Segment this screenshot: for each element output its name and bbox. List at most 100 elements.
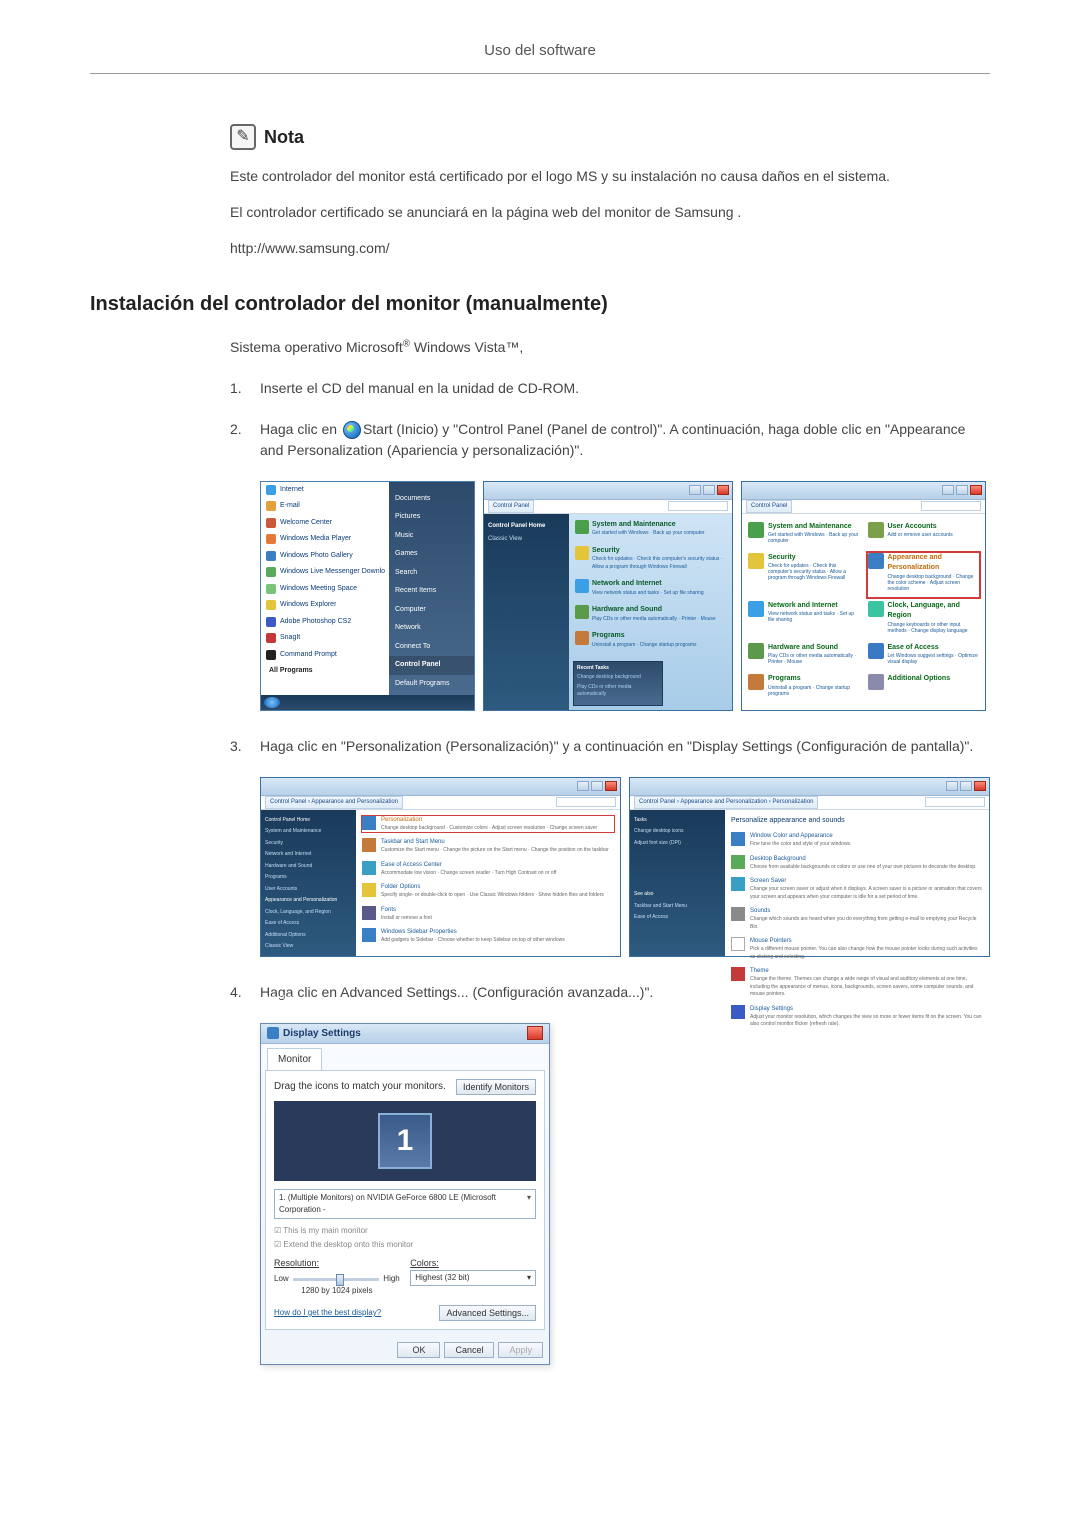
sm-item[interactable]: Windows Explorer <box>280 600 336 611</box>
sidebar-item[interactable]: System and Maintenance <box>265 826 352 838</box>
slider-thumb[interactable] <box>336 1274 344 1286</box>
main-monitor-checkbox[interactable]: ☑ This is my main monitor <box>274 1225 536 1237</box>
sm-item[interactable]: Windows Photo Gallery <box>280 551 353 562</box>
monitor-select[interactable]: 1. (Multiple Monitors) on NVIDIA GeForce… <box>274 1189 536 1219</box>
sm-item[interactable]: Windows Media Player <box>280 534 351 545</box>
breadcrumb[interactable]: Control Panel <box>488 500 534 513</box>
item-link[interactable]: Fonts <box>381 906 614 915</box>
breadcrumb[interactable]: Control Panel <box>746 500 792 513</box>
category-sub[interactable]: Uninstall a program · Change startup pro… <box>592 642 726 650</box>
sidebar-item[interactable]: Classic View <box>488 533 565 546</box>
monitor-1-icon[interactable]: 1 <box>378 1113 432 1169</box>
category-sub[interactable]: Get started with Windows · Back up your … <box>592 530 726 538</box>
sm-item[interactable]: E-mail <box>280 501 300 512</box>
category-link[interactable]: Programs <box>592 631 726 642</box>
close-icon[interactable] <box>970 485 982 495</box>
item-link[interactable]: Desktop Background <box>750 855 983 864</box>
category-link[interactable]: Security <box>768 553 860 564</box>
close-icon[interactable] <box>974 781 986 791</box>
category-sub[interactable]: View network status and tasks · Set up f… <box>592 590 726 598</box>
category-link[interactable]: Clock, Language, and Region <box>888 601 980 622</box>
item-sub[interactable]: Accommodate low vision · Change screen r… <box>381 870 614 878</box>
close-icon[interactable] <box>717 485 729 495</box>
search-input[interactable] <box>668 501 728 511</box>
max-icon[interactable] <box>591 781 603 791</box>
min-icon[interactable] <box>577 781 589 791</box>
item-sub[interactable]: Add gadgets to Sidebar · Choose whether … <box>381 937 614 945</box>
category-link[interactable]: Hardware and Sound <box>768 643 860 654</box>
item-sub[interactable]: Specify single- or double-click to open … <box>381 892 614 900</box>
sidebar-item[interactable]: Ease of Access <box>265 918 352 930</box>
sidebar-item[interactable]: Adjust font size (DPI) <box>634 838 721 850</box>
item-link[interactable]: Windows Sidebar Properties <box>381 928 614 937</box>
sm-item[interactable]: Welcome Center <box>280 518 332 529</box>
sidebar-item[interactable]: Clock, Language, and Region <box>265 907 352 919</box>
sm-r-item[interactable]: Connect To <box>389 638 474 657</box>
item-link[interactable]: Ease of Access Center <box>381 861 614 870</box>
apply-button[interactable]: Apply <box>498 1342 543 1358</box>
advanced-settings-button[interactable]: Advanced Settings... <box>439 1305 536 1321</box>
item-link[interactable]: Taskbar and Start Menu <box>381 838 614 847</box>
sm-item[interactable]: Windows Meeting Space <box>280 584 357 595</box>
sm-r-item[interactable]: Games <box>389 545 474 564</box>
identify-monitors-button[interactable]: Identify Monitors <box>456 1079 536 1095</box>
ok-button[interactable]: OK <box>397 1342 440 1358</box>
max-icon[interactable] <box>956 485 968 495</box>
sm-r-item[interactable]: Search <box>389 564 474 583</box>
category-sub[interactable]: Get started with Windows · Back up your … <box>768 532 860 544</box>
appearance-personalization-link[interactable]: Appearance and Personalization <box>888 553 980 574</box>
category-link[interactable]: Security <box>592 546 726 557</box>
search-input[interactable] <box>925 797 985 807</box>
monitor-arrangement-area[interactable]: 1 <box>274 1101 536 1181</box>
sidebar-item[interactable]: Change desktop icons <box>634 826 721 838</box>
sidebar-item[interactable]: Classic View <box>265 941 352 953</box>
category-sub[interactable]: Let Windows suggest settings · Optimize … <box>888 653 980 665</box>
category-sub[interactable]: Check for updates · Check this computer'… <box>592 556 726 571</box>
category-sub[interactable]: Play CDs or other media automatically · … <box>592 616 726 624</box>
close-icon[interactable] <box>527 1026 543 1040</box>
cancel-button[interactable]: Cancel <box>444 1342 494 1358</box>
sidebar-item[interactable]: Control Panel Home <box>488 520 565 533</box>
min-icon[interactable] <box>946 781 958 791</box>
breadcrumb[interactable]: Control Panel › Appearance and Personali… <box>634 796 818 809</box>
sm-r-control-panel[interactable]: Control Panel <box>389 656 474 675</box>
max-icon[interactable] <box>703 485 715 495</box>
sidebar-item[interactable]: Appearance and Personalization <box>265 895 352 907</box>
sm-item[interactable]: Adobe Photoshop CS2 <box>280 617 351 628</box>
item-link[interactable]: Theme <box>750 967 983 976</box>
category-sub[interactable]: Change keyboards or other input methods … <box>888 622 980 634</box>
sm-r-item[interactable]: Recent Items <box>389 582 474 601</box>
start-orb-icon[interactable] <box>264 697 280 708</box>
monitor-tab[interactable]: Monitor <box>267 1048 322 1070</box>
item-link[interactable]: Sounds <box>750 907 983 916</box>
category-link[interactable]: Programs <box>768 674 860 685</box>
sm-item[interactable]: SnagIt <box>280 633 300 644</box>
category-link[interactable]: System and Maintenance <box>592 520 726 531</box>
recent-link[interactable]: Play CDs or other media automatically <box>577 684 659 699</box>
item-sub[interactable]: Install or remove a font <box>381 915 614 923</box>
category-link[interactable]: System and Maintenance <box>768 522 860 533</box>
sidebar-item[interactable]: Network and Internet <box>265 849 352 861</box>
breadcrumb[interactable]: Control Panel › Appearance and Personali… <box>265 796 403 809</box>
max-icon[interactable] <box>960 781 972 791</box>
category-link[interactable]: Ease of Access <box>888 643 980 654</box>
search-input[interactable] <box>556 797 616 807</box>
item-link[interactable]: Mouse Pointers <box>750 937 983 946</box>
resolution-slider[interactable] <box>293 1278 380 1281</box>
sidebar-item[interactable]: Additional Options <box>265 930 352 942</box>
sm-item[interactable]: Windows Live Messenger Download <box>280 567 385 578</box>
category-link[interactable]: Hardware and Sound <box>592 605 726 616</box>
sidebar-item[interactable]: Programs <box>265 872 352 884</box>
item-link[interactable]: Window Color and Appearance <box>750 832 983 841</box>
sidebar-item[interactable]: Ease of Access <box>634 912 721 924</box>
category-sub[interactable]: Uninstall a program · Change startup pro… <box>768 685 860 697</box>
sm-r-item[interactable]: Network <box>389 619 474 638</box>
sidebar-item[interactable]: Taskbar and Start Menu <box>634 901 721 913</box>
category-link[interactable]: Network and Internet <box>592 579 726 590</box>
item-link[interactable]: Screen Saver <box>750 877 983 886</box>
sidebar-item[interactable]: User Accounts <box>265 884 352 896</box>
category-sub[interactable]: Add or remove user accounts <box>888 532 980 538</box>
min-icon[interactable] <box>942 485 954 495</box>
display-settings-link[interactable]: Display Settings <box>750 1005 983 1014</box>
item-sub[interactable]: Change desktop background · Customize co… <box>381 825 614 833</box>
